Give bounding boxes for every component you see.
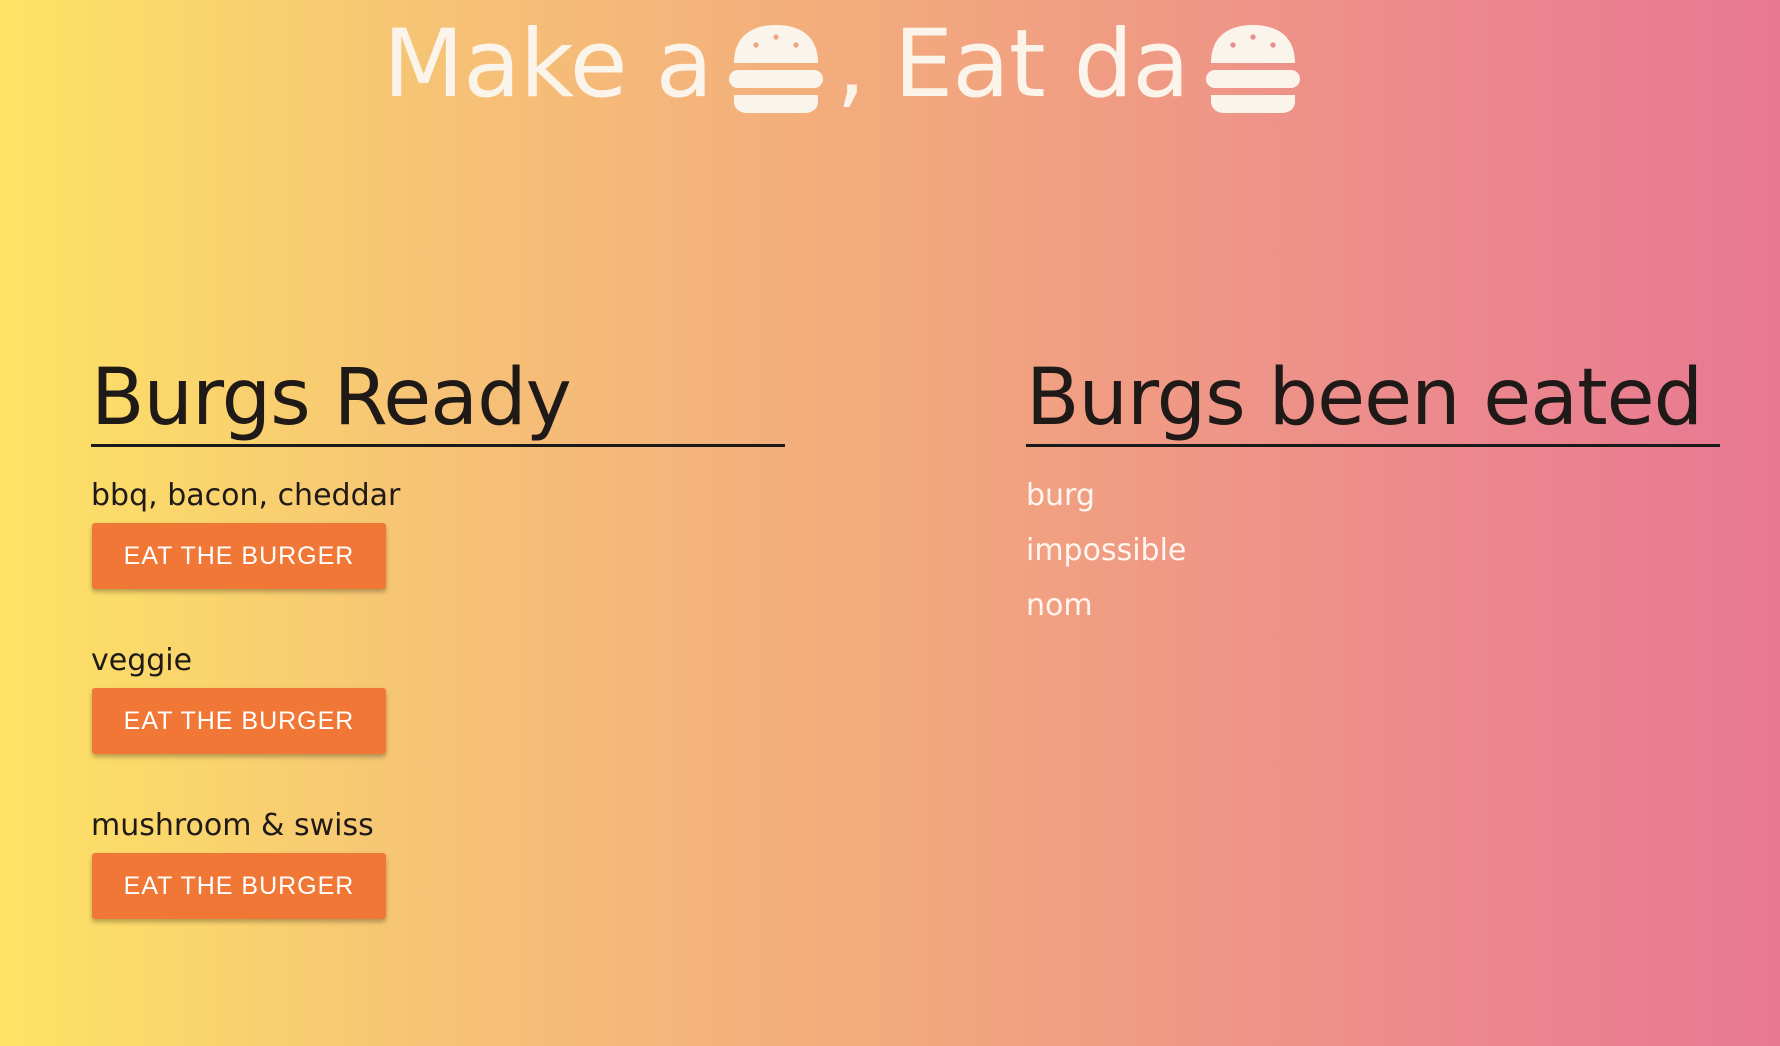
eaten-item: nom (1026, 588, 1093, 623)
eaten-list: burg impossible nom (1026, 474, 1720, 639)
title-part-make: Make a (383, 10, 713, 119)
ready-column: Burgs Ready bbq, bacon, cheddar EAT THE … (91, 353, 785, 969)
burger-icon (726, 23, 826, 115)
page-title: Make a , Eat da (383, 10, 1313, 120)
ready-item: bbq, bacon, cheddar EAT THE BURGER (91, 474, 785, 589)
burger-name: bbq, bacon, cheddar (91, 478, 401, 513)
ready-item: mushroom & swiss EAT THE BURGER (91, 804, 785, 919)
eaten-item: burg (1026, 478, 1095, 513)
eat-burger-button[interactable]: EAT THE BURGER (92, 523, 386, 589)
burger-name: mushroom & swiss (91, 808, 374, 843)
burger-icon (1203, 23, 1303, 115)
burger-name: veggie (91, 643, 193, 678)
ready-list: bbq, bacon, cheddar EAT THE BURGER veggi… (91, 474, 785, 919)
eat-burger-button[interactable]: EAT THE BURGER (92, 688, 386, 754)
title-part-eat: , Eat da (836, 10, 1190, 119)
eaten-item: impossible (1026, 533, 1187, 568)
eaten-heading: Burgs been eated (1026, 353, 1720, 447)
eaten-column: Burgs been eated burg impossible nom (1026, 353, 1720, 639)
eat-burger-button[interactable]: EAT THE BURGER (92, 853, 386, 919)
ready-item: veggie EAT THE BURGER (91, 639, 785, 754)
ready-heading: Burgs Ready (91, 353, 785, 447)
page-header: Make a , Eat da (0, 8, 1780, 120)
